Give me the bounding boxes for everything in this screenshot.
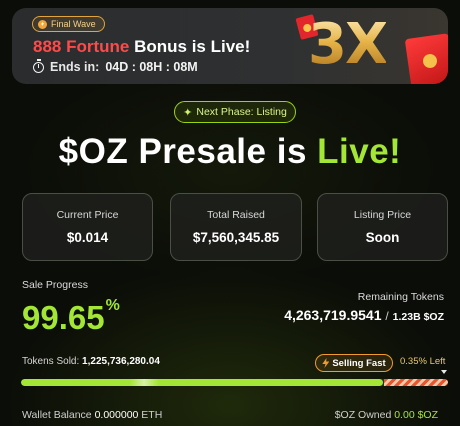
percent-value: 99.65 [22, 299, 105, 336]
remaining-tokens-label: Remaining Tokens [357, 291, 444, 303]
countdown-timer: Ends in: 04D : 08H : 08M [33, 58, 198, 74]
tokens-sold-label: Tokens Sold: [22, 356, 80, 367]
sale-progress-bar [21, 379, 448, 386]
wallet-balance: Wallet Balance 0.000000 ETH [22, 409, 162, 421]
percent-left-label: 0.35% Left [400, 356, 446, 367]
stat-title: Total Raised [207, 209, 265, 221]
current-price-card: Current Price $0.014 [22, 193, 153, 261]
stat-value: $0.014 [66, 230, 109, 245]
stat-value: Soon [365, 230, 400, 245]
lightning-icon [322, 358, 330, 368]
banner-title-rest: Bonus is Live! [134, 37, 251, 56]
wallet-balance-value: 0.000000 [94, 409, 139, 421]
tokens-sold-value: 1,225,736,280.04 [82, 356, 160, 367]
stat-value: $7,560,345.85 [192, 230, 280, 245]
wallet-balance-unit: ETH [141, 409, 163, 421]
percent-sign: % [105, 297, 120, 314]
stat-title: Current Price [56, 209, 119, 221]
timer-value: 04D : 08H : 08M [105, 60, 198, 74]
title-highlight: Live! [317, 132, 402, 171]
next-phase-badge: ✦ Next Phase: Listing [174, 101, 296, 123]
banner-title-highlight: 888 Fortune [33, 37, 130, 56]
banner-title: 888 Fortune Bonus is Live! [33, 37, 250, 57]
bonus-multiplier: 3X [308, 12, 388, 77]
bonus-banner[interactable]: Final Wave 888 Fortune Bonus is Live! En… [12, 8, 448, 84]
total-raised-card: Total Raised $7,560,345.85 [170, 193, 302, 261]
title-prefix: $OZ Presale is [58, 132, 318, 171]
remaining-amount: 4,263,719.9541 [284, 307, 382, 323]
timer-label: Ends in: [50, 60, 100, 74]
oz-owned-value: 0.00 $OZ [394, 409, 438, 421]
page-title: $OZ Presale is Live! [0, 132, 460, 172]
selling-fast-label: Selling Fast [332, 357, 386, 369]
selling-fast-badge: Selling Fast [315, 354, 393, 372]
tokens-sold: Tokens Sold: 1,225,736,280.04 [22, 356, 160, 367]
final-wave-label: Final Wave [51, 19, 96, 29]
wallet-balance-label: Wallet Balance [22, 409, 92, 421]
caret-down-icon [441, 370, 447, 374]
next-phase-label: Next Phase: Listing [196, 106, 287, 118]
stopwatch-icon [33, 58, 44, 73]
progress-fill [21, 379, 383, 386]
sale-progress-label: Sale Progress [22, 279, 88, 291]
total-supply: 1.23B $OZ [392, 311, 444, 323]
oz-owned-label: $OZ Owned [334, 409, 392, 421]
remaining-slash: / [385, 309, 389, 323]
listing-price-card: Listing Price Soon [317, 193, 448, 261]
oz-owned: $OZ Owned 0.00 $OZ [335, 409, 438, 421]
sparkle-icon: ✦ [183, 106, 193, 119]
remaining-tokens-value: 4,263,719.9541 / 1.23B $OZ [284, 307, 444, 323]
final-wave-badge: Final Wave [32, 16, 105, 32]
stat-title: Listing Price [353, 209, 412, 221]
sale-progress-percent: 99.65% [22, 297, 120, 337]
remaining-hatch [384, 379, 448, 386]
red-envelope-icon [404, 33, 448, 84]
lightning-icon [38, 19, 47, 29]
